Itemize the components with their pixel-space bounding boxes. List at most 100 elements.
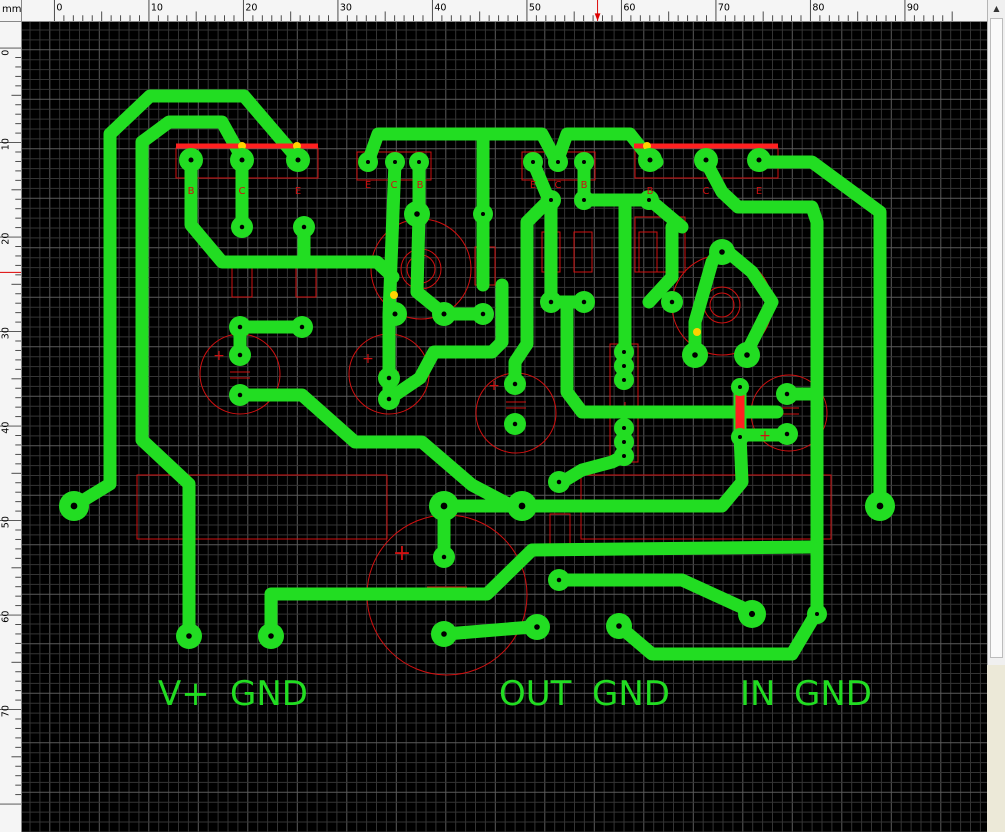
pad-hole — [188, 157, 194, 163]
vertical-scrollbar[interactable]: ▲ — [987, 0, 1005, 665]
pad-hole — [647, 198, 651, 202]
vruler-label: 70 — [1, 705, 12, 717]
pad-hole — [295, 157, 301, 163]
t3-pin-1: E — [530, 180, 536, 191]
hruler-label: 20 — [245, 3, 257, 14]
pad-hole — [738, 385, 742, 389]
pad-hole — [548, 299, 554, 305]
label-out: OUT — [499, 674, 572, 714]
pad-hole — [70, 502, 78, 510]
pad-hole — [622, 440, 626, 444]
pad-hole — [512, 421, 518, 427]
pad-hole — [481, 212, 485, 216]
ruler-unit-corner: mm — [0, 0, 22, 22]
c1-plus-icon: + — [213, 348, 225, 364]
pad-hole — [616, 623, 622, 629]
vruler-label: 60 — [1, 611, 12, 623]
pad-hole — [622, 378, 626, 382]
pcb-board-canvas[interactable]: B C E E C B E C B B C E + + + + + V+ GND… — [22, 22, 987, 832]
pad-hole — [237, 352, 243, 358]
pad-hole — [647, 157, 653, 163]
pad-hole — [299, 324, 305, 330]
t3-pin-2: C — [555, 180, 562, 191]
hruler-label: 50 — [529, 3, 541, 14]
pad-hole — [414, 211, 420, 217]
pad-hole — [744, 352, 750, 358]
vruler-label: 30 — [1, 327, 12, 339]
pad-hole — [784, 431, 790, 437]
vruler-label: 20 — [1, 233, 12, 245]
vruler-label: 10 — [1, 138, 12, 150]
trace-t2-c — [382, 155, 402, 406]
pad-hole — [784, 391, 790, 397]
pad-hole — [441, 311, 447, 317]
vruler-label: 50 — [1, 516, 12, 528]
hruler-label: 10 — [151, 3, 163, 14]
pad-hole — [518, 502, 526, 510]
pad-hole — [441, 554, 447, 560]
hruler-label: 70 — [718, 3, 730, 14]
silkscreen-labels: V+ GND OUT GND IN GND — [158, 674, 872, 714]
hruler-label: 0 — [56, 3, 62, 14]
label-gnd-in: GND — [794, 674, 872, 714]
t2-pin-2: C — [391, 180, 398, 191]
t4-pin-2: C — [703, 186, 710, 197]
pad-hole — [531, 160, 535, 164]
pad-hole — [556, 479, 562, 485]
pad-hole — [876, 502, 884, 510]
pad-hole — [239, 224, 245, 230]
t4-pin-1: B — [647, 186, 654, 197]
t2-pin-3: B — [417, 180, 424, 191]
pad-hole — [301, 224, 307, 230]
c5-plus-icon: + — [393, 541, 411, 566]
pad-hole — [366, 160, 370, 164]
horizontal-ruler[interactable]: 0 10 20 30 40 50 60 70 80 90 — [22, 0, 987, 22]
scrollbar-gap — [987, 665, 1005, 832]
pad-hole — [622, 364, 626, 368]
pad-hole — [268, 633, 274, 639]
scrollbar-thumb[interactable] — [990, 18, 1003, 658]
c4-plus-icon: + — [759, 428, 771, 444]
pad-hole — [237, 324, 243, 330]
pad-hole — [512, 381, 518, 387]
pad-hole — [239, 157, 245, 163]
t3-pin-3: B — [581, 180, 588, 191]
pad-hole — [549, 198, 553, 202]
pad-hole — [386, 396, 392, 402]
scroll-up-icon[interactable]: ▲ — [990, 2, 1003, 15]
trace-bigcap-bottom — [439, 620, 539, 641]
pad-hole — [622, 350, 626, 354]
pad-hole — [692, 352, 698, 358]
pad-hole — [393, 160, 397, 164]
pad-hole — [719, 249, 725, 255]
pad-hole — [582, 160, 586, 164]
pad-hole — [582, 198, 586, 202]
pad-hole — [748, 610, 756, 618]
pad-hole — [237, 392, 243, 398]
pad-hole — [703, 157, 709, 163]
t1-pin-2: C — [239, 186, 246, 197]
hruler-label: 80 — [812, 3, 824, 14]
pad-hole — [622, 454, 626, 458]
pad-hole — [669, 299, 675, 305]
hruler-label: 30 — [340, 3, 352, 14]
ruler-unit-label: mm — [2, 4, 22, 15]
c2-plus-icon: + — [362, 351, 374, 367]
pad-hole — [534, 624, 540, 630]
pad-hole — [756, 157, 762, 163]
pad-hole — [441, 631, 447, 637]
t1-pin-1: B — [188, 186, 195, 197]
label-vplus: V+ — [158, 674, 210, 714]
pad-hole — [386, 375, 392, 381]
pad-hole — [556, 577, 562, 583]
pad-hole — [738, 435, 742, 439]
hruler-label: 90 — [907, 3, 919, 14]
t1-pin-3: E — [295, 186, 301, 197]
pad-hole — [186, 633, 192, 639]
pad-hole — [622, 426, 626, 430]
pad-hole — [581, 299, 587, 305]
hruler-label: 60 — [623, 3, 635, 14]
label-in: IN — [740, 674, 775, 714]
vertical-ruler[interactable]: 0 10 20 30 40 50 60 70 — [0, 22, 22, 832]
label-gnd-power: GND — [230, 674, 308, 714]
